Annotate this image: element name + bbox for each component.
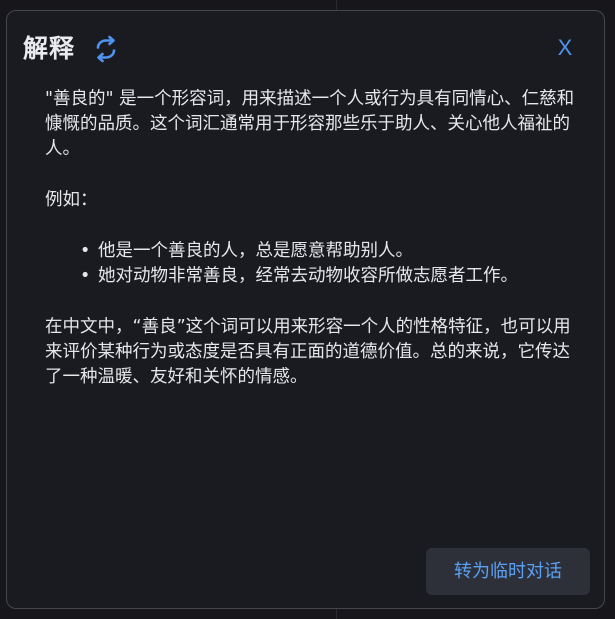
example-list: 他是一个善良的人，总是愿意帮助别人。 她对动物非常善良，经常去动物收容所做志愿者… <box>45 239 575 289</box>
refresh-cycle-icon <box>96 35 116 63</box>
convert-to-temp-chat-button[interactable]: 转为临时对话 <box>426 548 590 595</box>
explanation-dialog: 解释 X "善良的" 是一个形容词，用来描述一个人或行为具有同情心、仁慈和慷慨的… <box>6 10 605 609</box>
intro-paragraph: "善良的" 是一个形容词，用来描述一个人或行为具有同情心、仁慈和慷慨的品质。这个… <box>45 89 575 159</box>
list-item: 她对动物非常善良，经常去动物收容所做志愿者工作。 <box>80 264 575 289</box>
dialog-header: 解释 <box>23 31 123 67</box>
example-heading: 例如： <box>45 190 98 210</box>
close-button[interactable]: X <box>552 33 578 63</box>
summary-paragraph: 在中文中，“善良”这个词可以用来形容一个人的性格特征，也可以用来评价某种行为或态… <box>45 317 571 387</box>
dialog-title: 解释 <box>23 34 76 63</box>
refresh-icon[interactable] <box>89 32 123 66</box>
list-item: 他是一个善良的人，总是愿意帮助别人。 <box>80 239 575 264</box>
explanation-content: "善良的" 是一个形容词，用来描述一个人或行为具有同情心、仁慈和慷慨的品质。这个… <box>45 87 575 390</box>
